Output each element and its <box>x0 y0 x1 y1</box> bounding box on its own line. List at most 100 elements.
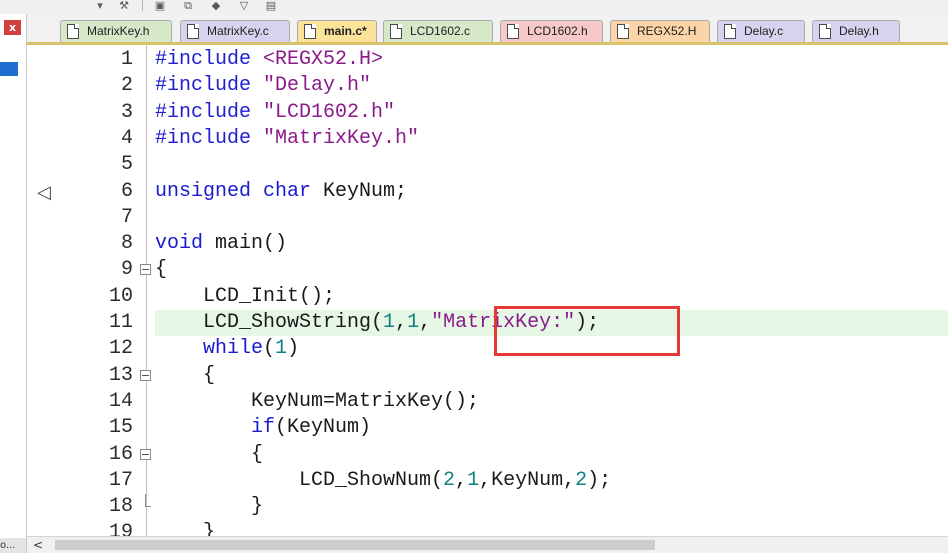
line-number: 9 <box>120 258 133 282</box>
tab-matrixkey-c[interactable]: MatrixKey.c <box>180 20 290 42</box>
code-line[interactable]: 13 { <box>27 363 948 389</box>
annotation-highlight-box <box>494 306 680 356</box>
code-line[interactable]: 9{ <box>27 257 948 283</box>
code-text: #include "MatrixKey.h" <box>155 126 419 152</box>
fold-toggle-icon[interactable] <box>140 264 151 276</box>
line-number: 13 <box>108 363 133 387</box>
tab-regx52-h[interactable]: REGX52.H <box>610 20 710 42</box>
panel-bottom-label[interactable]: o... <box>0 538 26 553</box>
code-text: LCD_ShowNum(2,1,KeyNum,2); <box>155 468 611 494</box>
code-text: LCD_Init(); <box>155 284 335 310</box>
code-text: KeyNum=MatrixKey(); <box>155 389 479 415</box>
tools-icon[interactable]: ⚒ <box>116 0 132 11</box>
line-number: 18 <box>108 495 133 519</box>
code-line[interactable]: 10 LCD_Init(); <box>27 284 948 310</box>
tab-delay-h[interactable]: Delay.h <box>812 20 900 42</box>
code-editor[interactable]: 1 #include <REGX52.H> 2 #include "Delay.h" 3… <box>27 45 948 536</box>
file-icon <box>304 24 316 39</box>
scrollbar-thumb[interactable] <box>55 540 655 550</box>
archive-icon[interactable]: ▤ <box>263 0 279 11</box>
code-token: "MatrixKey.h" <box>263 126 420 150</box>
line-number: 12 <box>108 337 133 361</box>
file-tab-bar: MatrixKey.h MatrixKey.c main.c* LCD1602.c LC… <box>27 14 948 45</box>
code-text: while(1) <box>155 336 299 362</box>
code-token: LCD_ShowNum( <box>155 468 444 492</box>
filter-icon[interactable]: ▽ <box>236 0 252 11</box>
line-number: 15 <box>108 416 133 440</box>
code-line[interactable]: 15 if(KeyNum) <box>27 415 948 441</box>
code-line[interactable]: 16 { <box>27 442 948 468</box>
code-text: { <box>155 257 167 283</box>
code-text: } <box>155 520 215 536</box>
code-token: unsigned char <box>155 179 312 203</box>
tab-lcd1602-h[interactable]: LCD1602.h <box>500 20 603 42</box>
code-token: #include <box>155 126 264 150</box>
code-line[interactable]: 1 #include <REGX52.H> <box>27 47 948 73</box>
code-text: #include <REGX52.H> <box>155 47 383 73</box>
pointer-cursor-icon: ◁ <box>37 182 51 203</box>
code-token: void <box>155 232 204 256</box>
diamond-icon[interactable]: ◆ <box>208 0 224 11</box>
code-text: unsigned char KeyNum; <box>155 179 407 205</box>
dropdown-icon[interactable]: ▾ <box>92 0 108 11</box>
code-token: KeyNum=MatrixKey(); <box>155 389 480 413</box>
code-line[interactable]: 5 <box>27 152 948 178</box>
code-token: ) <box>287 337 300 361</box>
code-line[interactable]: 17 LCD_ShowNum(2,1,KeyNum,2); <box>27 468 948 494</box>
line-number: 5 <box>120 153 133 177</box>
line-number: 1 <box>120 48 133 71</box>
copy-icon[interactable]: ⧉ <box>180 0 196 11</box>
code-line[interactable]: 19 } <box>27 520 948 536</box>
toolbar-separator <box>142 0 143 11</box>
code-line[interactable]: 3 #include "LCD1602.h" <box>27 100 948 126</box>
scroll-left-arrow-icon[interactable]: < <box>27 537 49 553</box>
code-text: } <box>155 494 263 520</box>
file-icon <box>819 24 831 39</box>
tab-matrixkey-h[interactable]: MatrixKey.h <box>60 20 172 42</box>
project-tree-selection[interactable] <box>0 62 18 76</box>
code-line[interactable]: 18 } <box>27 494 948 520</box>
code-line[interactable]: 14 KeyNum=MatrixKey(); <box>27 389 948 415</box>
fold-toggle-icon[interactable] <box>140 448 151 460</box>
tab-label: main.c* <box>324 24 367 38</box>
code-token: 2 <box>575 468 588 492</box>
code-line[interactable]: 6 unsigned char KeyNum; <box>27 179 948 205</box>
tab-label: REGX52.H <box>637 24 697 38</box>
toolbar: ▾ ⚒ ▣ ⧉ ◆ ▽ ▤ <box>0 0 948 14</box>
window-icon[interactable]: ▣ <box>152 0 168 11</box>
code-token: { <box>155 442 264 466</box>
code-token: main() <box>203 232 288 256</box>
tab-label: MatrixKey.c <box>207 24 269 38</box>
code-text: #include "LCD1602.h" <box>155 100 395 126</box>
code-token: 1 <box>467 468 480 492</box>
code-line[interactable]: 12 while(1) <box>27 336 948 362</box>
code-text: #include "Delay.h" <box>155 73 371 99</box>
file-icon <box>617 24 629 39</box>
tab-delay-c[interactable]: Delay.c <box>717 20 805 42</box>
code-token: 2 <box>443 468 456 492</box>
code-token: } <box>155 495 264 519</box>
code-token: KeyNum; <box>311 179 408 203</box>
code-line[interactable]: 7 <box>27 205 948 231</box>
code-line[interactable]: 11 LCD_ShowString(1,1,"MatrixKey:"); <box>27 310 948 337</box>
code-token: , <box>395 311 408 334</box>
file-icon <box>724 24 736 39</box>
code-token: <REGX52.H> <box>263 48 384 71</box>
code-line[interactable]: 4 #include "MatrixKey.h" <box>27 126 948 152</box>
close-panel-button[interactable]: x <box>4 20 21 35</box>
code-line[interactable]: 2 #include "Delay.h" <box>27 73 948 99</box>
fold-toggle-icon[interactable] <box>140 369 151 381</box>
code-text: { <box>155 363 215 389</box>
code-token: 1 <box>275 337 288 361</box>
tab-main-c[interactable]: main.c* <box>297 20 377 42</box>
line-number: 4 <box>120 126 133 150</box>
line-number: 8 <box>120 232 133 256</box>
code-token: while <box>155 337 264 361</box>
project-panel: x o... <box>0 14 27 553</box>
code-line[interactable]: 8 void main() <box>27 231 948 257</box>
code-token: if <box>155 416 276 440</box>
tab-lcd1602-c[interactable]: LCD1602.c <box>383 20 493 42</box>
code-token: , <box>455 468 468 492</box>
horizontal-scrollbar[interactable]: < <box>27 536 948 553</box>
code-token: , <box>419 311 432 334</box>
